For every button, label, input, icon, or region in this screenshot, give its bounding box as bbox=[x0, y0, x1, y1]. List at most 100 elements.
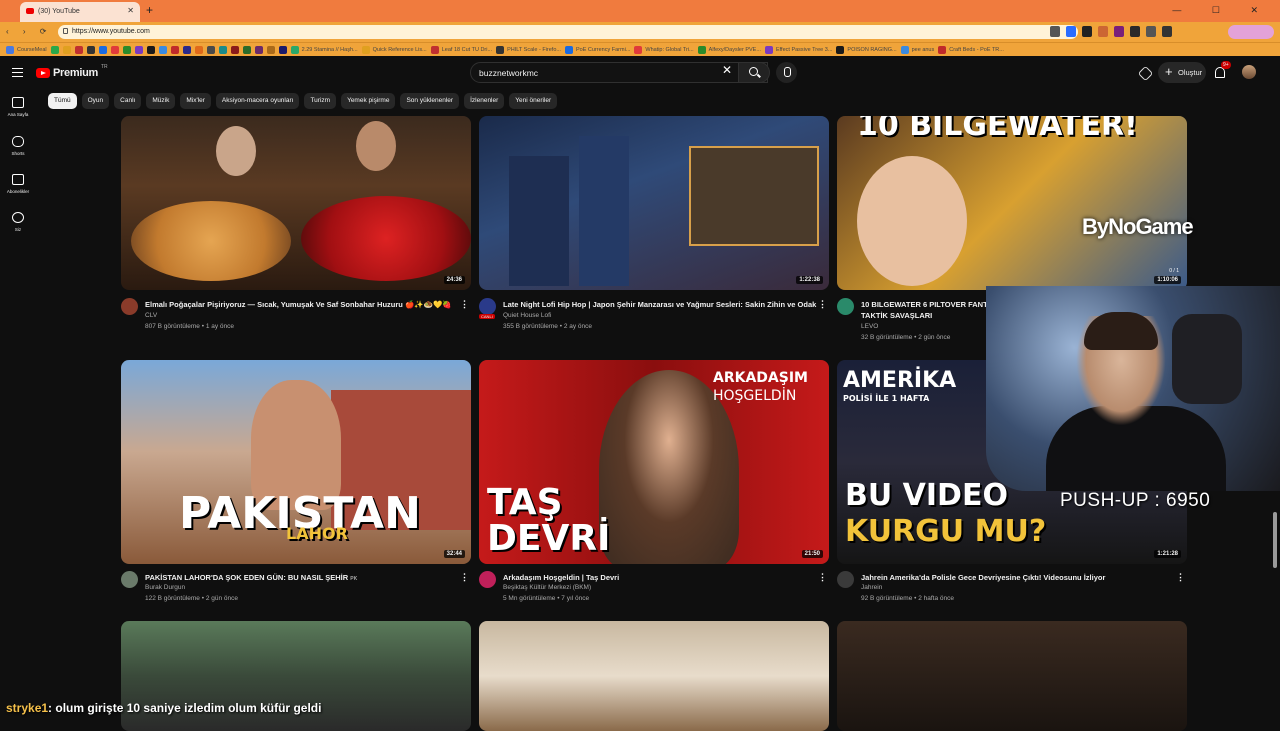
channel-name[interactable]: Quiet House Lofi bbox=[503, 312, 551, 319]
bookmark-item[interactable] bbox=[122, 43, 131, 56]
extension-icon[interactable] bbox=[1162, 26, 1172, 37]
channel-avatar[interactable] bbox=[837, 571, 854, 588]
bookmark-item[interactable] bbox=[146, 43, 155, 56]
browser-tab[interactable]: (30) YouTube ✕ bbox=[20, 2, 140, 22]
filter-chip[interactable]: Mix'ler bbox=[180, 93, 211, 109]
bookmark-item[interactable] bbox=[278, 43, 287, 56]
bookmark-item[interactable]: Effect Passive Tree 3... bbox=[764, 43, 832, 56]
bookmark-item[interactable] bbox=[86, 43, 95, 56]
sidebar-item-shorts[interactable]: Shorts bbox=[0, 136, 36, 156]
filter-chip[interactable]: Tümü bbox=[48, 93, 77, 109]
bookmark-item[interactable]: Whatip: Global Tri... bbox=[634, 43, 694, 56]
bookmark-item[interactable] bbox=[266, 43, 275, 56]
channel-avatar[interactable] bbox=[479, 571, 496, 588]
bookmark-item[interactable] bbox=[74, 43, 83, 56]
filter-chip[interactable]: Turizm bbox=[304, 93, 337, 109]
search-button[interactable] bbox=[738, 62, 770, 83]
bookmark-item[interactable]: 2.29 Stamina // Haşh... bbox=[290, 43, 358, 56]
bookmark-item[interactable]: PoE Currency Farmi... bbox=[564, 43, 630, 56]
channel-name[interactable]: Jahrein bbox=[861, 584, 882, 591]
channel-name[interactable]: Burak Durgun bbox=[145, 584, 185, 591]
page-scrollbar[interactable] bbox=[1273, 512, 1277, 568]
video-thumbnail[interactable]: TAŞ DEVRİ ARKADAŞIM HOŞGELDİN 21:50 bbox=[479, 360, 829, 564]
bookmark-item[interactable] bbox=[230, 43, 239, 56]
video-thumbnail[interactable]: 24:36 bbox=[121, 116, 471, 290]
bookmark-item[interactable]: Leaf 18 Cut TU Dri... bbox=[430, 43, 492, 56]
thumbnail-text: KURGU MU? bbox=[845, 514, 1047, 549]
extension-icon[interactable] bbox=[1098, 26, 1108, 37]
extension-icon[interactable] bbox=[1130, 26, 1140, 37]
bookmark-item[interactable] bbox=[134, 43, 143, 56]
filter-chip[interactable]: Yeni öneriler bbox=[509, 93, 558, 109]
bookmark-item[interactable] bbox=[254, 43, 263, 56]
video-thumbnail[interactable]: PAKISTAN LAHOR 32:44 bbox=[121, 360, 471, 564]
extension-icon[interactable] bbox=[1114, 26, 1124, 37]
bookmark-item[interactable]: CourseMeal bbox=[6, 43, 47, 56]
video-thumbnail[interactable]: 1:22:38 bbox=[479, 116, 829, 290]
video-title[interactable]: Arkadaşım Hoşgeldin | Taş Devri bbox=[503, 572, 818, 583]
filter-chip[interactable]: Müzik bbox=[146, 93, 176, 109]
video-title[interactable]: Jahrein Amerika'da Polisle Gece Devriyes… bbox=[861, 572, 1176, 583]
channel-name[interactable]: LEVO bbox=[861, 323, 878, 330]
more-options-icon[interactable]: ⋮ bbox=[1176, 572, 1185, 583]
new-tab-button[interactable]: + bbox=[146, 3, 153, 17]
bookmark-item[interactable] bbox=[170, 43, 179, 56]
voice-search-button[interactable] bbox=[776, 62, 797, 83]
extension-icon[interactable] bbox=[1082, 26, 1092, 37]
bookmark-item[interactable] bbox=[98, 43, 107, 56]
filter-chip[interactable]: Oyun bbox=[81, 93, 110, 109]
bookmark-item[interactable]: POISON RAGING... bbox=[836, 43, 897, 56]
bookmark-item[interactable] bbox=[194, 43, 203, 56]
more-options-icon[interactable]: ⋮ bbox=[818, 299, 827, 310]
video-title[interactable]: Elmalı Poğaçalar Pişiriyoruz — Sıcak, Yu… bbox=[145, 299, 460, 310]
bookmark-item[interactable] bbox=[242, 43, 251, 56]
bookmark-item[interactable]: pee anus bbox=[900, 43, 934, 56]
more-options-icon[interactable]: ⋮ bbox=[460, 572, 469, 583]
sidebar-item-you[interactable]: Siz bbox=[0, 212, 36, 232]
bookmark-item[interactable] bbox=[110, 43, 119, 56]
bookmark-item[interactable] bbox=[50, 43, 59, 56]
bookmark-item[interactable]: PHILT Scale - Firefo... bbox=[496, 43, 561, 56]
filter-chip[interactable]: Canlı bbox=[114, 93, 142, 109]
sidebar-item-home[interactable]: Ana Sayfa bbox=[0, 97, 36, 117]
bookmark-item[interactable]: Quick Reference Lis... bbox=[361, 43, 427, 56]
sidebar-item-subscriptions[interactable]: Abonelikler bbox=[0, 174, 36, 194]
channel-avatar[interactable] bbox=[121, 571, 138, 588]
user-avatar[interactable] bbox=[1242, 65, 1256, 79]
hamburger-menu-icon[interactable] bbox=[12, 68, 23, 77]
more-options-icon[interactable]: ⋮ bbox=[460, 299, 469, 310]
bookmark-star-icon[interactable] bbox=[1066, 26, 1076, 37]
create-button[interactable]: + Oluştur bbox=[1158, 62, 1206, 83]
bookmark-item[interactable] bbox=[182, 43, 191, 56]
more-options-icon[interactable]: ⋮ bbox=[818, 572, 827, 583]
bookmark-item[interactable] bbox=[158, 43, 167, 56]
video-thumbnail[interactable] bbox=[837, 621, 1187, 731]
filter-chip[interactable]: Son yüklenenler bbox=[400, 93, 460, 109]
extension-icon[interactable] bbox=[1146, 26, 1156, 37]
bookmark-item[interactable]: Craft Beds - PoE TR... bbox=[938, 43, 1004, 56]
bookmark-item[interactable] bbox=[206, 43, 215, 56]
filter-chip[interactable]: Aksiyon-macera oyunları bbox=[215, 93, 300, 109]
bookmark-item[interactable] bbox=[218, 43, 227, 56]
channel-avatar[interactable] bbox=[121, 298, 138, 315]
cast-icon[interactable] bbox=[1137, 65, 1154, 82]
filter-chip[interactable]: Yemek pişirme bbox=[341, 93, 396, 109]
window-controls[interactable]: — ☐ ✕ bbox=[1172, 5, 1272, 16]
channel-name[interactable]: Beşiktaş Kültür Merkezi (BKM) bbox=[503, 584, 591, 591]
bookmark-item[interactable]: Alfexy/Daysler PVE... bbox=[697, 43, 761, 56]
clear-search-icon[interactable]: ✕ bbox=[722, 63, 732, 77]
filter-chip[interactable]: İzlenenler bbox=[464, 93, 505, 109]
channel-avatar[interactable] bbox=[479, 298, 496, 315]
close-tab-icon[interactable]: ✕ bbox=[127, 6, 134, 15]
thumbnail-subtext: LAHOR bbox=[286, 524, 348, 543]
youtube-premium-logo[interactable]: Premium TR bbox=[36, 64, 108, 79]
video-thumbnail[interactable] bbox=[479, 621, 829, 731]
address-bar[interactable]: https://www.youtube.com bbox=[58, 25, 1078, 39]
profile-button[interactable] bbox=[1228, 25, 1274, 39]
channel-name[interactable]: CLV bbox=[145, 312, 157, 319]
video-thumbnail[interactable]: 10 BILGEWATER! 1:10:06 0 / 1 bbox=[837, 116, 1187, 290]
video-title[interactable]: Late Night Lofi Hip Hop | Japon Şehir Ma… bbox=[503, 299, 818, 310]
channel-avatar[interactable] bbox=[837, 298, 854, 315]
bookmark-item[interactable] bbox=[62, 43, 71, 56]
extension-icon[interactable] bbox=[1050, 26, 1060, 37]
